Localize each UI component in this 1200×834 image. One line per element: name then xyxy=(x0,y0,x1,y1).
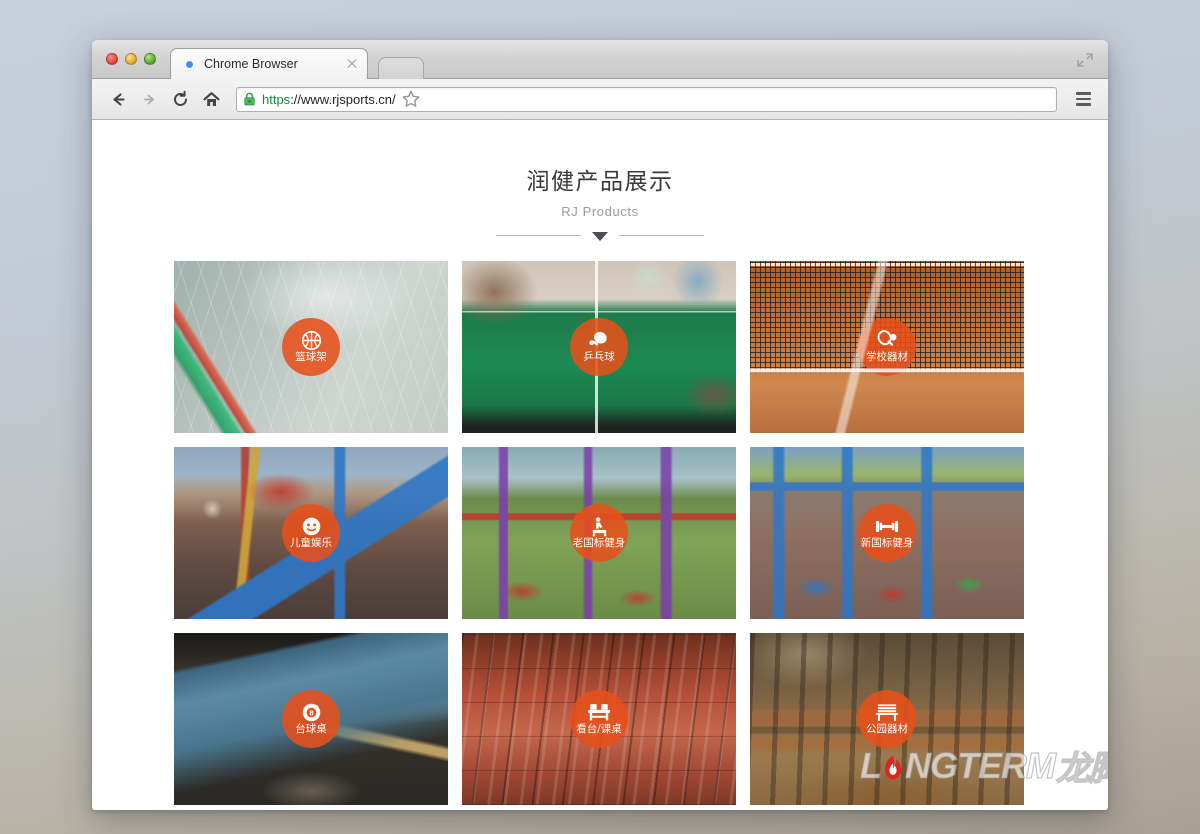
child-face-icon xyxy=(301,516,322,536)
close-icon[interactable] xyxy=(345,57,359,71)
pingpong-icon xyxy=(588,330,610,350)
basketball-icon xyxy=(301,330,322,350)
product-badge[interactable]: 看台/课桌 xyxy=(570,690,628,748)
tab-strip: Chrome Browser xyxy=(170,48,1068,79)
product-grid: 篮球架 乒乓球 xyxy=(174,261,1026,805)
url-text: https://www.rjsports.cn/ xyxy=(262,92,396,107)
product-card-grandstand-desk[interactable]: 看台/课桌 xyxy=(462,633,736,805)
reload-icon[interactable] xyxy=(166,85,194,113)
divider-line-left xyxy=(496,235,581,236)
product-badge[interactable]: 8 台球桌 xyxy=(282,690,340,748)
product-badge[interactable]: 新国标健身 xyxy=(858,504,916,562)
product-card-new-standard-fitness[interactable]: 新国标健身 xyxy=(750,447,1024,619)
new-tab-button[interactable] xyxy=(378,57,424,79)
park-bench-icon xyxy=(875,702,899,722)
product-card-table-tennis[interactable]: 乒乓球 xyxy=(462,261,736,433)
eight-ball-icon: 8 xyxy=(301,702,322,722)
product-card-old-standard-fitness[interactable]: 老国标健身 xyxy=(462,447,736,619)
product-badge[interactable]: 篮球架 xyxy=(282,318,340,376)
product-photo xyxy=(750,261,1024,433)
close-window-button[interactable] xyxy=(106,53,118,65)
section-header: 润健产品展示 RJ Products xyxy=(92,120,1108,240)
url-rest: ://www.rjsports.cn/ xyxy=(290,92,395,107)
home-icon[interactable] xyxy=(197,85,225,113)
product-card-basketball-hoop[interactable]: 篮球架 xyxy=(174,261,448,433)
browser-toolbar: https://www.rjsports.cn/ xyxy=(92,79,1108,120)
product-badge[interactable]: 乒乓球 xyxy=(570,318,628,376)
watermark-chinese: 龙腾 xyxy=(1056,741,1108,790)
divider-line-right xyxy=(619,235,704,236)
dumbbell-icon xyxy=(875,516,899,536)
minimize-window-button[interactable] xyxy=(125,53,137,65)
product-label: 乒乓球 xyxy=(583,352,615,364)
exercise-icon xyxy=(589,516,610,536)
product-badge[interactable]: 老国标健身 xyxy=(570,504,628,562)
expand-arrows-icon[interactable] xyxy=(1076,52,1094,68)
tab-title: Chrome Browser xyxy=(204,57,345,71)
browser-titlebar: Chrome Browser xyxy=(92,40,1108,79)
product-label: 公园器材 xyxy=(866,724,908,736)
star-icon[interactable] xyxy=(400,88,422,110)
page-viewport: 润健产品展示 RJ Products xyxy=(92,120,1108,808)
lock-icon xyxy=(243,92,256,106)
product-label: 儿童娱乐 xyxy=(290,538,332,550)
page-title: 润健产品展示 xyxy=(92,162,1108,196)
product-label: 篮球架 xyxy=(295,352,327,364)
product-badge[interactable]: 公园器材 xyxy=(858,690,916,748)
product-card-billiard-table[interactable]: 8 台球桌 xyxy=(174,633,448,805)
window-controls xyxy=(106,53,156,65)
triangle-down-icon xyxy=(592,232,608,241)
back-arrow-icon[interactable] xyxy=(104,85,132,113)
desk-icon xyxy=(587,702,611,722)
chrome-logo-icon xyxy=(181,56,197,72)
page-subtitle: RJ Products xyxy=(92,204,1108,219)
browser-tab[interactable]: Chrome Browser xyxy=(170,48,368,79)
svg-text:8: 8 xyxy=(309,708,313,717)
forward-arrow-icon[interactable] xyxy=(135,85,163,113)
url-scheme: https xyxy=(262,92,290,107)
hamburger-menu-icon[interactable] xyxy=(1070,86,1096,112)
maximize-window-button[interactable] xyxy=(144,53,156,65)
product-label: 老国标健身 xyxy=(573,538,626,550)
product-card-children-entertainment[interactable]: 儿童娱乐 xyxy=(174,447,448,619)
browser-window: Chrome Browser xyxy=(92,40,1108,810)
product-label: 看台/课桌 xyxy=(576,724,622,736)
product-label: 台球桌 xyxy=(295,724,327,736)
address-bar[interactable]: https://www.rjsports.cn/ xyxy=(236,87,1057,112)
section-divider xyxy=(92,231,1108,240)
product-card-park-equipment[interactable]: 公园器材 xyxy=(750,633,1024,805)
product-badge[interactable]: 儿童娱乐 xyxy=(282,504,340,562)
product-card-school-equipment[interactable]: 学校器材 xyxy=(750,261,1024,433)
product-label: 新国标健身 xyxy=(861,538,914,550)
